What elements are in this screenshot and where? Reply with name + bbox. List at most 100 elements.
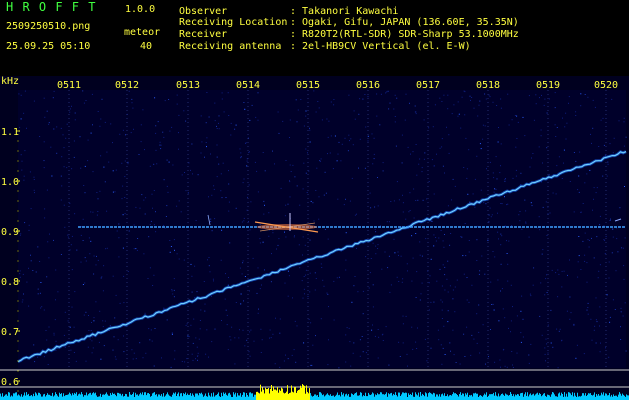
noise-speck — [373, 153, 375, 155]
noise-speck — [285, 354, 286, 356]
activity-bar-column — [579, 396, 580, 400]
noise-speck — [511, 119, 513, 121]
noise-speck — [235, 302, 237, 303]
activity-bar-column — [179, 396, 180, 400]
noise-speck — [149, 267, 151, 269]
activity-bar-column — [294, 386, 295, 400]
noise-speck — [609, 143, 611, 145]
activity-bar-column — [388, 393, 389, 400]
activity-bar-column — [481, 395, 482, 400]
noise-speck — [181, 361, 183, 362]
noise-speck — [221, 98, 223, 100]
activity-bar-column — [564, 392, 565, 400]
activity-bar-column — [476, 393, 477, 400]
noise-speck — [446, 126, 447, 128]
activity-bar-column — [261, 391, 262, 400]
noise-speck — [421, 282, 423, 284]
noise-speck — [295, 361, 297, 363]
info-value-receiver: : R820T2(RTL-SDR) SDR-Sharp 53.1000MHz — [290, 29, 519, 40]
noise-speck — [80, 261, 82, 263]
noise-speck — [369, 192, 371, 194]
noise-speck — [507, 93, 509, 95]
activity-bar-column — [321, 393, 322, 400]
noise-speck — [506, 253, 508, 254]
noise-speck — [476, 239, 478, 241]
activity-bar-column — [284, 393, 285, 400]
noise-speck — [568, 96, 570, 98]
activity-bar-column — [438, 396, 439, 400]
noise-speck — [308, 170, 310, 172]
activity-bar-column — [398, 392, 399, 400]
noise-speck — [100, 277, 102, 279]
noise-speck — [544, 98, 546, 100]
noise-speck — [497, 141, 499, 143]
activity-bar-column — [43, 394, 44, 400]
activity-bar-column — [405, 392, 406, 400]
noise-speck — [441, 138, 443, 140]
activity-bar-column — [362, 396, 363, 400]
noise-speck — [405, 218, 407, 220]
activity-bar-column — [66, 395, 67, 400]
noise-speck — [33, 100, 35, 102]
noise-speck — [216, 144, 218, 146]
noise-speck — [171, 333, 173, 335]
activity-bar-column — [125, 393, 126, 400]
activity-bar-column — [529, 394, 530, 400]
activity-bar-column — [254, 394, 255, 400]
noise-speck — [441, 318, 443, 319]
activity-bar-column — [370, 395, 371, 400]
noise-speck — [93, 273, 95, 275]
activity-bar-column — [219, 396, 220, 400]
noise-speck — [279, 366, 281, 368]
noise-speck — [468, 251, 470, 253]
noise-speck — [439, 97, 441, 99]
noise-speck — [122, 129, 124, 131]
noise-speck — [229, 336, 231, 338]
noise-speck — [315, 335, 316, 337]
activity-bar-column — [169, 395, 170, 400]
activity-bar-column — [366, 396, 367, 400]
noise-speck — [101, 98, 103, 100]
noise-speck — [518, 214, 520, 216]
activity-bar-column — [406, 392, 407, 400]
noise-speck — [359, 355, 361, 357]
activity-bar-column — [621, 395, 622, 400]
activity-bar-column — [216, 395, 217, 400]
activity-bar-column — [188, 394, 189, 400]
activity-bar-column — [165, 395, 166, 400]
activity-bar-column — [336, 394, 337, 400]
noise-speck — [441, 301, 443, 303]
noise-speck — [533, 267, 535, 269]
noise-speck — [479, 100, 481, 102]
noise-speck — [289, 181, 291, 183]
noise-speck — [480, 148, 482, 150]
noise-speck — [563, 149, 565, 151]
noise-speck — [84, 282, 86, 284]
activity-bar-column — [225, 392, 226, 400]
activity-bar-column — [159, 394, 160, 400]
noise-speck — [415, 111, 417, 113]
noise-speck — [416, 271, 418, 273]
noise-speck — [159, 141, 161, 143]
activity-bar-column — [353, 395, 354, 400]
noise-speck — [127, 161, 129, 163]
time-tick-label: 0517 — [416, 80, 440, 91]
noise-speck — [372, 163, 374, 165]
activity-bar-column — [282, 388, 283, 400]
spectrogram: 0511 0512 0513 0514 0515 0516 0517 0518 0519 0520… — [0, 76, 629, 400]
activity-bar-column — [490, 394, 491, 400]
activity-bar-column — [385, 393, 386, 400]
noise-speck — [379, 124, 381, 126]
noise-speck — [465, 255, 467, 257]
noise-speck — [558, 330, 560, 332]
activity-bar-column — [455, 393, 456, 400]
noise-speck — [417, 327, 418, 329]
noise-speck — [502, 308, 504, 310]
noise-speck — [203, 281, 205, 282]
noise-speck — [231, 326, 233, 328]
activity-bar-column — [111, 394, 112, 400]
noise-speck — [539, 229, 541, 231]
activity-bar-column — [554, 394, 555, 400]
activity-bar-column — [377, 393, 378, 400]
noise-speck — [452, 178, 454, 180]
